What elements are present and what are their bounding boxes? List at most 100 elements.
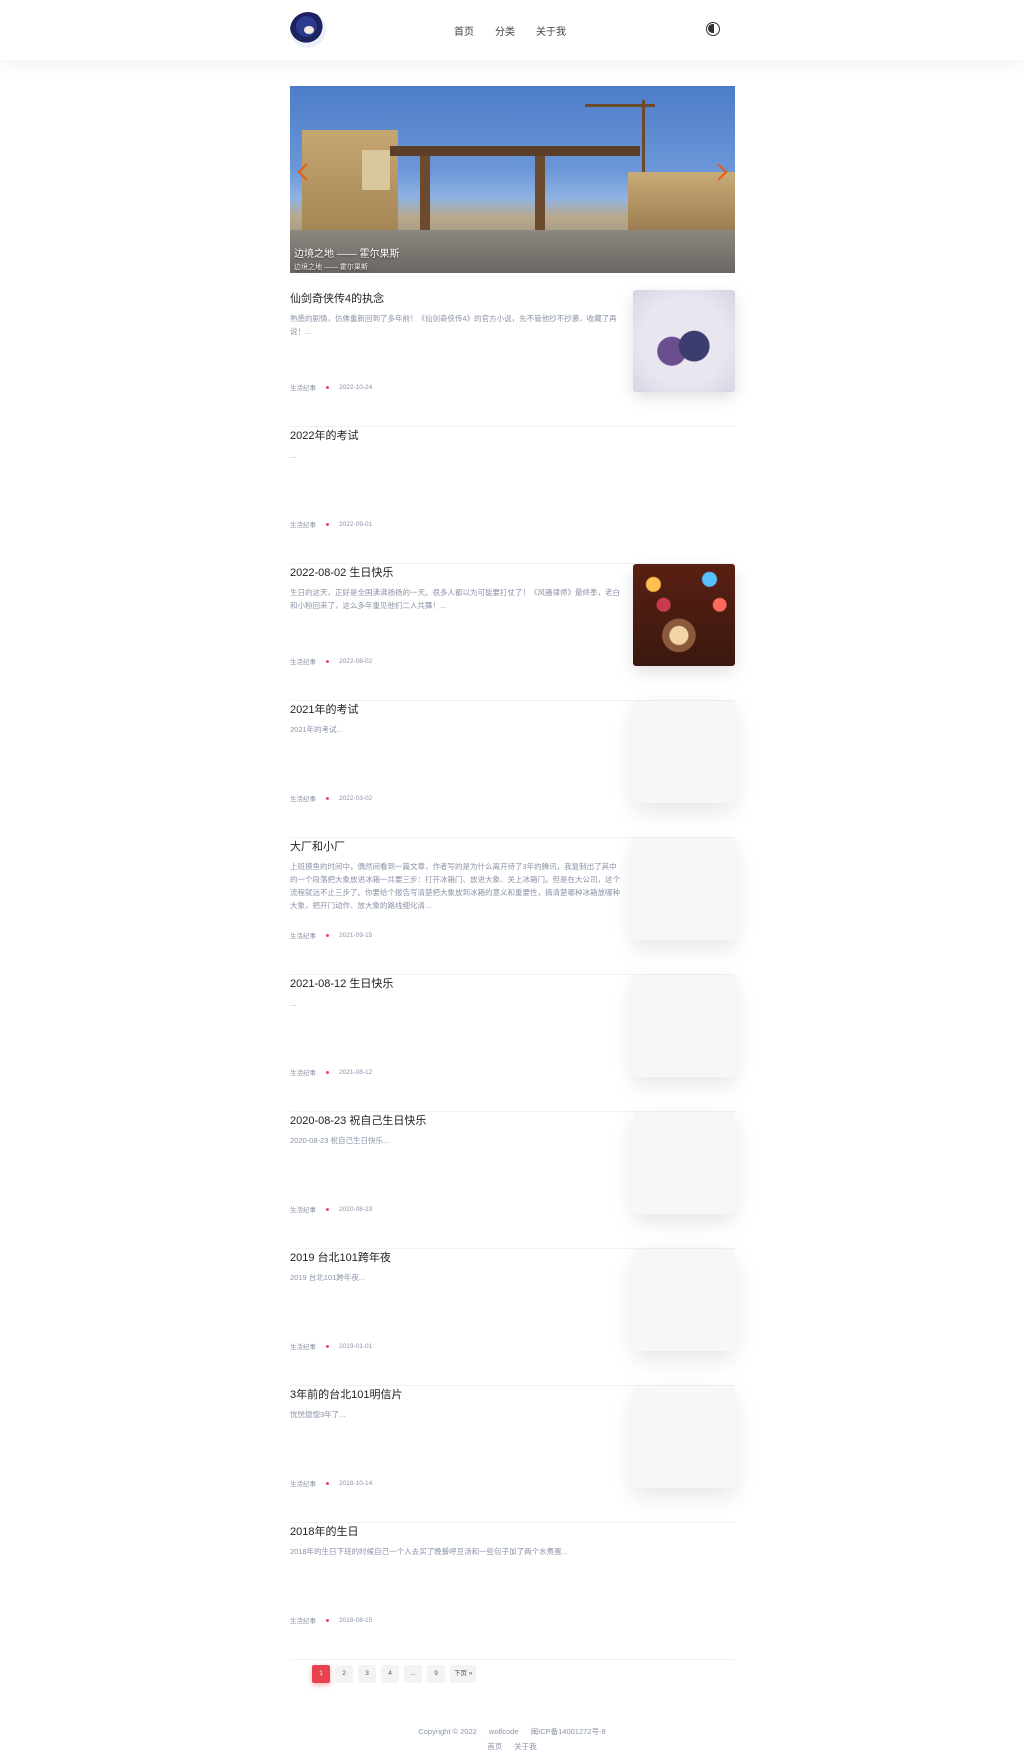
post-date: 2020-08-23 — [339, 1205, 373, 1213]
post-title[interactable]: 2021年的考试 — [290, 701, 358, 717]
post-item[interactable]: 2021-08-12 生日快乐... 生活纪事 2021-08-12 — [290, 975, 735, 1112]
post-title[interactable]: 2020-08-23 祝自己生日快乐 — [290, 1112, 426, 1128]
post-thumbnail[interactable] — [633, 1112, 735, 1214]
meta-separator-dot — [326, 933, 329, 937]
meta-separator-dot — [326, 1344, 329, 1348]
post-thumbnail[interactable] — [633, 701, 735, 803]
site-header: 首页 分类 关于我 — [0, 0, 1024, 60]
post-category[interactable]: 生活纪事 — [290, 1067, 316, 1077]
carousel-caption: 边境之地 —— 霍尔果斯 — [294, 249, 400, 260]
meta-separator-dot — [326, 1207, 329, 1211]
post-excerpt: 2019 台北101跨年夜... — [290, 1273, 366, 1282]
nav-about[interactable]: 关于我 — [536, 23, 566, 38]
post-item[interactable]: 2022年的考试... 生活纪事 2022-09-01 — [290, 427, 735, 564]
post-title[interactable]: 2022-08-02 生日快乐 — [290, 564, 393, 580]
meta-separator-dot — [326, 1481, 329, 1485]
post-item[interactable]: 大厂和小厂上班摸鱼的时间中，偶然间看到一篇文章，作者写的是为什么离开待了3年的腾… — [290, 838, 735, 975]
post-thumbnail[interactable] — [633, 564, 735, 666]
post-date: 2018-08-15 — [339, 1616, 373, 1624]
theme-toggle-icon[interactable] — [706, 22, 720, 36]
post-excerpt: 上班摸鱼的时间中，偶然间看到一篇文章，作者写的是为什么离开待了3年的腾讯，我复制… — [290, 862, 620, 910]
post-thumbnail[interactable] — [633, 290, 735, 392]
post-date: 2022-03-02 — [339, 794, 373, 802]
post-category[interactable]: 生活纪事 — [290, 382, 316, 392]
post-meta: 生活纪事 2018-08-15 — [290, 1615, 373, 1626]
post-excerpt: 2018年的生日下班的时候自己一个人去买了晚餐呼豆汤和一些包子加了两个水煮蛋..… — [290, 1547, 568, 1556]
post-date: 2021-08-12 — [339, 1068, 373, 1076]
post-date: 2022-09-01 — [339, 520, 373, 528]
page-button[interactable]: 1 — [312, 1665, 330, 1683]
post-title[interactable]: 仙剑奇侠传4的执念 — [290, 290, 384, 306]
post-category[interactable]: 生活纪事 — [290, 656, 316, 666]
footer-icp[interactable]: 闽ICP备14001272号-8 — [531, 1727, 606, 1736]
post-title[interactable]: 2022年的考试 — [290, 427, 358, 443]
post-category[interactable]: 生活纪事 — [290, 1204, 316, 1214]
post-meta: 生活纪事 2022-09-01 — [290, 519, 373, 530]
banner-image-pillar — [420, 156, 430, 230]
footer-links: 首页 关于我 — [0, 1741, 1024, 1752]
banner-image-sign — [362, 150, 390, 190]
post-date: 2019-01-01 — [339, 1342, 373, 1350]
post-thumbnail[interactable] — [633, 838, 735, 940]
post-category[interactable]: 生活纪事 — [290, 793, 316, 803]
post-title[interactable]: 大厂和小厂 — [290, 838, 345, 854]
meta-separator-dot — [326, 796, 329, 800]
post-item[interactable]: 2019 台北101跨年夜 2019 台北101跨年夜... 生活纪事 2019-01… — [290, 1249, 735, 1386]
post-excerpt: ... — [290, 451, 297, 460]
post-date: 2022-08-02 — [339, 657, 373, 665]
banner-image-gate-right — [628, 172, 735, 230]
post-excerpt: ... — [290, 999, 297, 1008]
next-page-button[interactable]: 下页 » — [450, 1665, 477, 1683]
post-thumbnail[interactable] — [633, 1249, 735, 1351]
post-item[interactable]: 2020-08-23 祝自己生日快乐 2020-08-23 祝自己生日快乐... 生… — [290, 1112, 735, 1249]
post-excerpt: 2021年的考试... — [290, 725, 343, 734]
carousel-sub-caption: 边境之地 —— 霍尔果斯 — [294, 264, 368, 271]
post-item[interactable]: 2018年的生日 2018年的生日下班的时候自己一个人去买了晚餐呼豆汤和一些包子加… — [290, 1523, 735, 1660]
post-category[interactable]: 生活纪事 — [290, 519, 316, 529]
footer-copyright-line: Copyright © 2022 wolfcode 闽ICP备14001272号… — [0, 1726, 1024, 1737]
main-nav: 首页 分类 关于我 — [454, 23, 587, 38]
hero-carousel[interactable]: 边境之地 —— 霍尔果斯 边境之地 —— 霍尔果斯 — [290, 86, 735, 273]
post-excerpt: 生日的这天，正好是全国沸沸扬扬的一天。很多人都以为可能要打仗了！《风骚律师》最终… — [290, 588, 620, 610]
post-title[interactable]: 3年前的台北101明信片 — [290, 1386, 402, 1402]
post-meta: 生活纪事 2022-08-02 — [290, 656, 373, 667]
post-thumbnail[interactable] — [633, 1386, 735, 1488]
post-thumbnail[interactable] — [633, 975, 735, 1077]
post-title[interactable]: 2019 台北101跨年夜 — [290, 1249, 391, 1265]
post-category[interactable]: 生活纪事 — [290, 1478, 316, 1488]
nav-home[interactable]: 首页 — [454, 23, 474, 38]
post-meta: 生活纪事 2021-09-15 — [290, 930, 373, 941]
post-category[interactable]: 生活纪事 — [290, 930, 316, 940]
post-category[interactable]: 生活纪事 — [290, 1341, 316, 1351]
post-date: 2021-09-15 — [339, 931, 373, 939]
footer-link-home[interactable]: 首页 — [487, 1742, 502, 1751]
post-excerpt: 熟悉的剧情，仿佛重新回到了多年前！《仙剑奇侠传4》的官方小说，先不管他抄不抄袭，… — [290, 314, 617, 336]
post-title[interactable]: 2018年的生日 — [290, 1523, 358, 1539]
footer-link-about[interactable]: 关于我 — [514, 1742, 537, 1751]
meta-separator-dot — [326, 385, 329, 389]
post-meta: 生活纪事 2022-03-02 — [290, 793, 373, 804]
post-title[interactable]: 2021-08-12 生日快乐 — [290, 975, 393, 991]
page-button[interactable]: 2 — [335, 1665, 353, 1683]
banner-image-pillar — [535, 156, 545, 230]
page-button[interactable]: 3 — [358, 1665, 376, 1683]
post-item[interactable]: 仙剑奇侠传4的执念熟悉的剧情，仿佛重新回到了多年前！《仙剑奇侠传4》的官方小说，… — [290, 290, 735, 427]
post-item[interactable]: 3年前的台北101明信片恍恍惚惚3年了... 生活纪事 2018-10-14 — [290, 1386, 735, 1523]
post-excerpt: 恍恍惚惚3年了... — [290, 1410, 346, 1419]
page-button[interactable]: ... — [404, 1665, 422, 1683]
site-logo[interactable] — [290, 12, 326, 48]
post-category[interactable]: 生活纪事 — [290, 1615, 316, 1625]
post-date: 2018-10-14 — [339, 1479, 373, 1487]
post-meta: 生活纪事 2021-08-12 — [290, 1067, 373, 1078]
footer-author[interactable]: wolfcode — [489, 1727, 519, 1736]
footer-copyright: Copyright © 2022 — [418, 1727, 477, 1736]
page-button[interactable]: 4 — [381, 1665, 399, 1683]
post-meta: 生活纪事 2019-01-01 — [290, 1341, 373, 1352]
meta-separator-dot — [326, 522, 329, 526]
page-button[interactable]: 9 — [427, 1665, 445, 1683]
pagination: 1 2 3 4... 9 下页 » — [312, 1665, 477, 1683]
post-meta: 生活纪事 2018-10-14 — [290, 1478, 373, 1489]
post-item[interactable]: 2022-08-02 生日快乐生日的这天，正好是全国沸沸扬扬的一天。很多人都以为… — [290, 564, 735, 701]
post-item[interactable]: 2021年的考试 2021年的考试... 生活纪事 2022-03-02 — [290, 701, 735, 838]
nav-categories[interactable]: 分类 — [495, 23, 515, 38]
